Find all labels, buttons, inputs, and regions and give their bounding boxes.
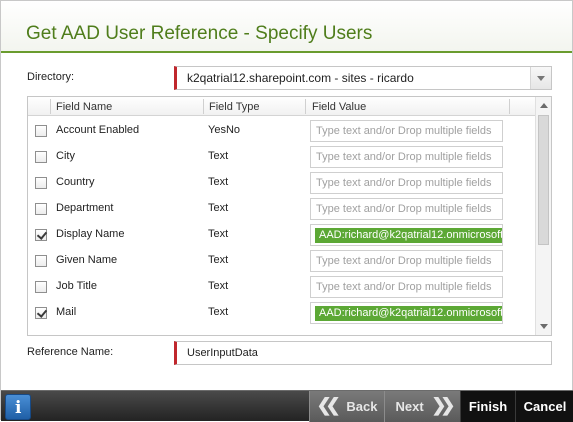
field-value-placeholder: Type text and/or Drop multiple fields: [316, 203, 492, 215]
field-type: YesNo: [208, 124, 241, 136]
table-row: City Text Type text and/or Drop multiple f…: [28, 144, 535, 170]
cancel-button[interactable]: Cancel: [515, 391, 573, 422]
table-row: Job Title Text Type text and/or Drop multi…: [28, 274, 535, 300]
field-type: Text: [208, 176, 229, 188]
field-value-input[interactable]: Type text and/or Drop multiple fields: [310, 146, 503, 168]
table-row: Given Name Text Type text and/or Drop mult…: [28, 248, 535, 274]
field-value-token: AAD:richard@k2qatrial12.onmicrosoft: [315, 228, 502, 243]
field-name: City: [56, 150, 75, 162]
chevron-down-icon[interactable]: [530, 67, 551, 89]
reference-name-input[interactable]: UserInputData: [174, 341, 552, 365]
table-row: Mail Text AAD:richard@k2qatrial12.onmicros…: [28, 300, 535, 326]
row-checkbox[interactable]: [35, 281, 47, 293]
field-value-token: AAD:richard@k2qatrial12.onmicrosoft: [315, 306, 502, 321]
column-separator: [509, 99, 510, 114]
table-row: Display Name Text AAD:richard@k2qatrial12.…: [28, 222, 535, 248]
column-header-field-type[interactable]: Field Type: [209, 101, 260, 113]
row-checkbox[interactable]: [35, 255, 47, 267]
field-type: Text: [208, 228, 229, 240]
field-value-placeholder: Type text and/or Drop multiple fields: [316, 255, 492, 267]
field-type: Text: [208, 202, 229, 214]
field-type: Text: [208, 150, 229, 162]
fields-grid: Field Name Field Type Field Value Accoun…: [27, 96, 552, 336]
vertical-scrollbar[interactable]: [535, 97, 551, 335]
field-value-input[interactable]: AAD:richard@k2qatrial12.onmicrosoft: [310, 224, 503, 246]
field-name: Mail: [56, 306, 77, 318]
field-type: Text: [208, 254, 229, 266]
finish-button[interactable]: Finish: [460, 391, 515, 422]
back-button-label: Back: [346, 399, 378, 414]
info-icon: i: [15, 398, 22, 418]
field-value-input[interactable]: Type text and/or Drop multiple fields: [310, 250, 503, 272]
field-value-input[interactable]: Type text and/or Drop multiple fields: [310, 198, 503, 220]
reference-name-label: Reference Name:: [27, 346, 114, 358]
row-checkbox[interactable]: [35, 229, 47, 241]
field-value-input[interactable]: AAD:richard@k2qatrial12.onmicrosoft: [310, 302, 503, 324]
field-value-input[interactable]: Type text and/or Drop multiple fields: [310, 172, 503, 194]
field-name: Account Enabled: [56, 124, 140, 136]
field-type: Text: [208, 280, 229, 292]
next-button-label: Next: [395, 399, 424, 414]
row-checkbox[interactable]: [35, 307, 47, 319]
column-separator: [305, 99, 306, 114]
row-checkbox[interactable]: [35, 125, 47, 137]
wizard-dialog: Get AAD User Reference - Specify Users D…: [0, 0, 573, 422]
directory-label: Directory:: [27, 71, 75, 83]
field-name: Given Name: [56, 254, 118, 266]
info-button[interactable]: i: [5, 394, 31, 420]
table-row: Country Text Type text and/or Drop multipl…: [28, 170, 535, 196]
field-value-placeholder: Type text and/or Drop multiple fields: [316, 125, 492, 137]
column-header-field-value[interactable]: Field Value: [312, 101, 366, 113]
row-checkbox[interactable]: [35, 177, 47, 189]
next-button[interactable]: Next ❯❯: [384, 391, 460, 422]
column-separator: [50, 99, 51, 114]
field-value-input[interactable]: Type text and/or Drop multiple fields: [310, 120, 503, 142]
dialog-header: Get AAD User Reference - Specify Users: [1, 1, 572, 53]
grid-header: Field Name Field Type Field Value: [28, 97, 535, 116]
field-type: Text: [208, 306, 229, 318]
wizard-footer: i ❮❮ Back Next ❯❯ Finish Cancel: [1, 390, 573, 422]
page-title: Get AAD User Reference - Specify Users: [26, 23, 373, 44]
directory-value: k2qatrial12.sharepoint.com - sites - ric…: [187, 71, 414, 85]
reference-name-value: UserInputData: [187, 347, 258, 359]
field-value-placeholder: Type text and/or Drop multiple fields: [316, 281, 492, 293]
field-name: Display Name: [56, 228, 125, 240]
field-name: Department: [56, 202, 114, 214]
back-button[interactable]: ❮❮ Back: [309, 391, 384, 422]
table-row: Department Text Type text and/or Drop mult…: [28, 196, 535, 222]
field-name: Job Title: [56, 280, 97, 292]
row-checkbox[interactable]: [35, 203, 47, 215]
field-name: Country: [56, 176, 95, 188]
field-value-placeholder: Type text and/or Drop multiple fields: [316, 151, 492, 163]
table-row: Account Enabled YesNo Type text and/or Dro…: [28, 118, 535, 144]
scrollbar-thumb[interactable]: [538, 115, 549, 245]
field-value-input[interactable]: Type text and/or Drop multiple fields: [310, 276, 503, 298]
double-chevron-left-icon: ❮❮: [316, 395, 341, 415]
scroll-down-icon[interactable]: [536, 319, 551, 335]
column-separator: [203, 99, 204, 114]
field-value-placeholder: Type text and/or Drop multiple fields: [316, 177, 492, 189]
column-header-field-name[interactable]: Field Name: [56, 101, 112, 113]
scroll-up-icon[interactable]: [536, 97, 551, 113]
directory-dropdown[interactable]: k2qatrial12.sharepoint.com - sites - ric…: [174, 66, 552, 90]
row-checkbox[interactable]: [35, 151, 47, 163]
double-chevron-right-icon: ❯❯: [431, 395, 455, 415]
